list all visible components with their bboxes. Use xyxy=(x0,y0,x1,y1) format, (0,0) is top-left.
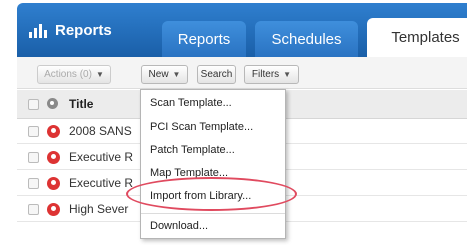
status-icon xyxy=(47,177,60,190)
search-button[interactable]: Search xyxy=(197,65,236,84)
bar-chart-icon xyxy=(29,23,49,38)
column-header-title[interactable]: Title xyxy=(69,97,93,111)
new-dropdown-menu: Scan Template... PCI Scan Template... Pa… xyxy=(140,89,286,239)
chevron-down-icon: ▼ xyxy=(283,70,292,79)
menu-item-pci-scan-template[interactable]: PCI Scan Template... xyxy=(150,121,253,133)
row-checkbox[interactable] xyxy=(28,152,39,163)
row-checkbox[interactable] xyxy=(28,126,39,137)
new-button[interactable]: New ▼ xyxy=(141,65,188,84)
select-all-checkbox[interactable] xyxy=(28,99,39,110)
brand-label: Reports xyxy=(55,22,112,39)
chevron-down-icon: ▼ xyxy=(172,70,181,79)
chevron-down-icon: ▼ xyxy=(95,70,104,79)
row-title[interactable]: High Sever xyxy=(69,202,128,216)
status-icon xyxy=(47,125,60,138)
toolbar: Actions (0) ▼ New ▼ Search Filters ▼ xyxy=(17,57,467,89)
status-icon xyxy=(47,151,60,164)
menu-item-download[interactable]: Download... xyxy=(150,220,208,232)
menu-item-patch-template[interactable]: Patch Template... xyxy=(150,144,235,156)
highlight-ellipse xyxy=(126,177,297,211)
row-checkbox[interactable] xyxy=(28,178,39,189)
status-icon xyxy=(47,203,60,216)
actions-button[interactable]: Actions (0) ▼ xyxy=(37,65,111,84)
menu-item-scan-template[interactable]: Scan Template... xyxy=(150,97,232,109)
row-title[interactable]: Executive R xyxy=(69,150,133,164)
menu-divider xyxy=(141,213,285,214)
tab-schedules[interactable]: Schedules xyxy=(255,21,358,57)
row-title[interactable]: Executive R xyxy=(69,176,133,190)
app-header: Reports Reports Schedules Templates xyxy=(17,3,467,57)
filters-button[interactable]: Filters ▼ xyxy=(244,65,299,84)
tab-templates[interactable]: Templates xyxy=(367,18,467,57)
row-checkbox[interactable] xyxy=(28,204,39,215)
row-title[interactable]: 2008 SANS xyxy=(69,124,132,138)
tab-reports[interactable]: Reports xyxy=(162,21,246,57)
brand: Reports xyxy=(29,22,112,39)
status-icon xyxy=(47,98,58,109)
